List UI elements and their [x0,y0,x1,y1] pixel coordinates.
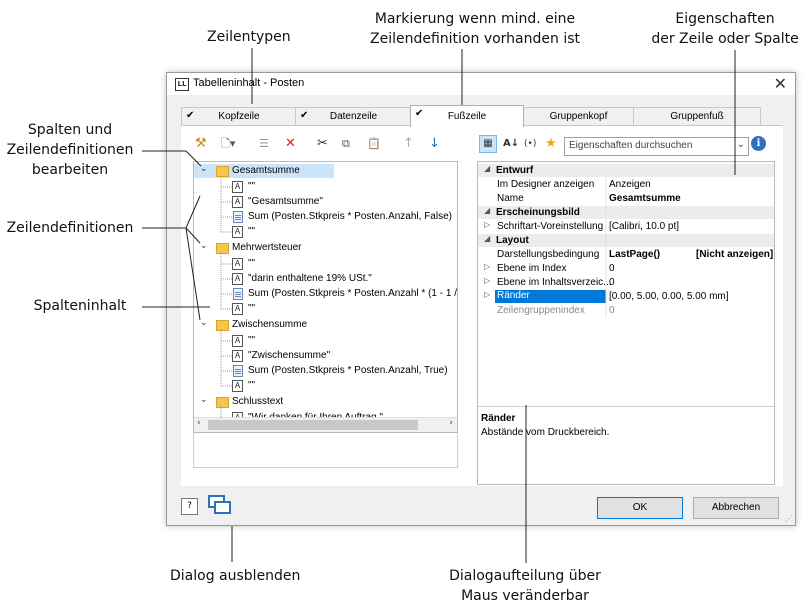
callout-spalten-line2: Zeilendefinitionen [6,142,134,158]
description-splitter[interactable] [478,406,774,407]
delete-icon[interactable]: ✕ [285,135,296,153]
tab-label: Gruppenkopf [549,111,608,122]
tab-fusszeile[interactable]: ✔ Fußzeile [410,105,524,127]
scroll-right-icon[interactable]: › [449,418,453,428]
scroll-left-icon[interactable]: ‹ [197,418,201,428]
description-text: Abstände vom Druckbereich. [481,427,610,438]
property-description: Ränder Abstände vom Druckbereich. [477,409,773,469]
grid-dividers [605,177,607,317]
formula-icon[interactable]: (•) [524,135,536,153]
callout-spalten-bearbeiten: Spalten und Zeilendefinitionen bearbeite… [0,120,140,180]
title-bar: LL Tabelleninhalt - Posten ✕ [167,73,795,95]
callout-aufteilung-line1: Dialogaufteilung über [449,568,601,584]
row-definition-tree[interactable]: ⌄ Gesamtsumme A "" A "Gesamtsumme" Sum (… [193,161,458,433]
tree-connector-lines [220,175,232,419]
callout-dialog-ausblenden: Dialog ausblenden [170,568,301,584]
callout-spalteninhalt: Spalteninhalt [33,298,127,314]
table-content-dialog: LL Tabelleninhalt - Posten ✕ ✔ Kopfzeile… [166,72,796,526]
paste-icon[interactable]: 📋 [367,135,381,153]
edit-wand-icon[interactable]: ⚒ [195,135,207,153]
callout-eigenschaften-line2: der Zeile oder Spalte [651,31,799,47]
callout-dialogaufteilung: Dialogaufteilung über Maus veränderbar [440,566,610,606]
copy-icon[interactable]: ⧉ [342,135,350,153]
callout-eigenschaften: Eigenschaften der Zeile oder Spalte [640,9,810,49]
new-item-dropdown-icon[interactable]: 🗋▾ [221,135,235,153]
tab-label: Kopfzeile [218,111,260,122]
dialog-title: Tabelleninhalt - Posten [193,77,305,89]
tab-label: Fußzeile [447,111,487,122]
horizontal-scrollbar[interactable]: ‹ › [194,417,457,432]
tab-datenzeile[interactable]: ✔ Datenzeile [295,107,412,126]
tab-label: Gruppenfuß [670,111,724,122]
row-type-tabs: ✔ Kopfzeile ✔ Datenzeile ✔ Fußzeile Grup… [181,105,761,127]
sort-az-icon[interactable]: A↓ [503,135,519,153]
cut-icon[interactable]: ✂ [317,135,328,153]
callout-zeilentypen: Zeilentypen [207,29,291,45]
properties-icon[interactable]: ☰ [259,135,269,153]
help-button[interactable]: ? [181,498,198,515]
ok-button[interactable]: OK [597,497,683,519]
callout-markierung-line1: Markierung wenn mind. eine [374,11,576,27]
windows-icon [208,495,231,514]
categorized-icon[interactable]: ▦ [479,135,497,153]
callout-spalten-line1: Spalten und [27,122,113,138]
app-icon: LL [175,78,189,91]
callout-markierung-line2: Zeilendefinition vorhanden ist [370,31,580,47]
tab-gruppenkopf[interactable]: Gruppenkopf [522,107,635,126]
callout-spalten-line3: bearbeiten [31,162,109,178]
callout-markierung: Markierung wenn mind. eine Zeilendefinit… [365,9,585,49]
tab-kopfzeile[interactable]: ✔ Kopfzeile [181,107,297,126]
tab-gruppenfuss[interactable]: Gruppenfuß [633,107,761,126]
info-icon[interactable]: i [751,136,766,151]
callout-aufteilung-line2: Maus veränderbar [461,588,589,604]
hide-dialog-button[interactable] [207,494,233,516]
property-search-input[interactable]: Eigenschaften durchsuchen ⌄ [564,137,749,156]
callout-zeilendefinitionen: Zeilendefinitionen [6,220,134,236]
close-icon[interactable]: ✕ [774,74,787,93]
scrollbar-thumb[interactable] [208,420,418,430]
tree-preview-area [193,433,458,468]
move-up-icon[interactable]: ↑ [403,135,414,153]
search-placeholder: Eigenschaften durchsuchen [569,140,693,151]
cancel-button[interactable]: Abbrechen [693,497,779,519]
tab-label: Datenzeile [329,111,378,122]
chevron-down-icon[interactable]: ⌄ [737,139,745,150]
callout-eigenschaften-line1: Eigenschaften [675,11,775,27]
resize-grip-icon[interactable]: ⋰ [785,514,793,523]
move-down-icon[interactable]: ↓ [429,135,440,153]
description-title: Ränder [481,413,516,424]
favorite-star-icon[interactable]: ★ [545,135,557,153]
